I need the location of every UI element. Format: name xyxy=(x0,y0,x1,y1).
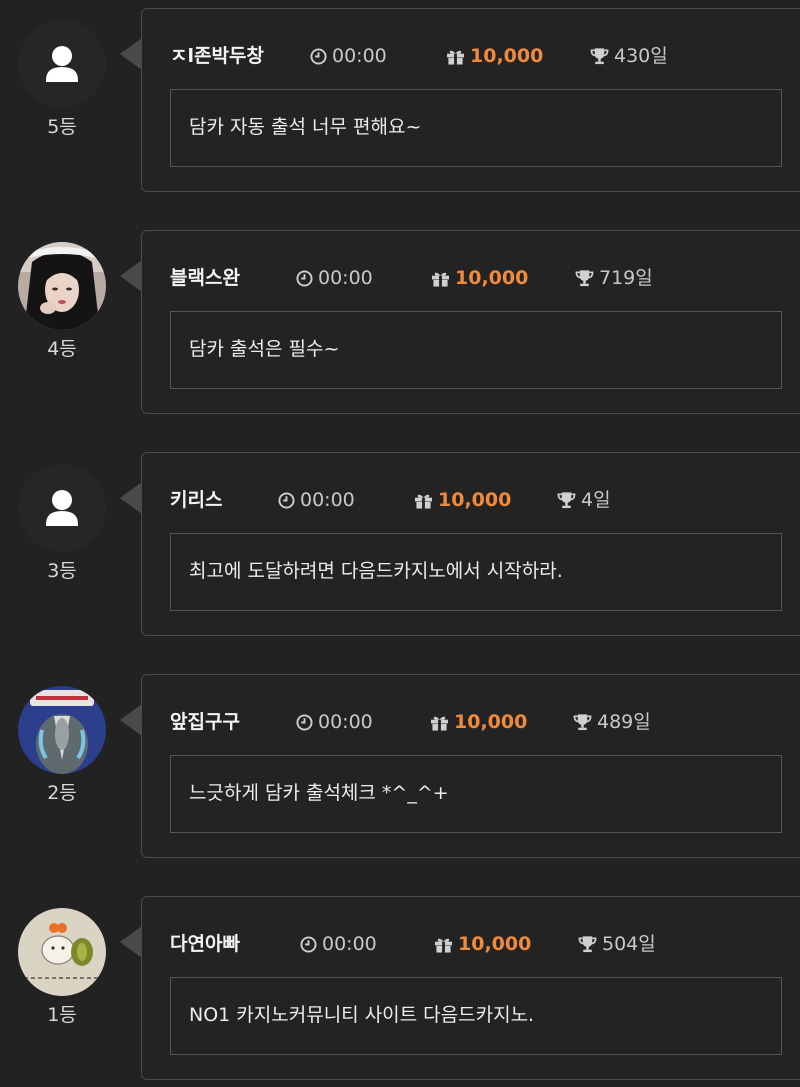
points-value: 10,000 xyxy=(438,489,512,511)
days-info: 4일 xyxy=(557,485,611,515)
points-value: 10,000 xyxy=(455,267,529,289)
clock-icon xyxy=(300,936,317,953)
message-box: 담카 출석은 필수~ xyxy=(170,311,782,389)
days-info: 430일 xyxy=(590,41,668,71)
meta-row: 키리스 00:00 10,000 4일 xyxy=(170,485,787,515)
gift-icon xyxy=(431,716,448,731)
list-item: 1등 다연아빠 00:00 10,000 504일 NO1 카지노커뮤니티 사이… xyxy=(0,896,800,1082)
clock-icon xyxy=(278,492,295,509)
days-value: 430일 xyxy=(614,45,668,67)
cartoon-avatar-icon xyxy=(18,686,106,774)
points-value: 10,000 xyxy=(470,45,544,67)
card-pointer xyxy=(120,260,142,292)
avatar[interactable] xyxy=(18,464,106,552)
meta-row: 블랙스완 00:00 10,000 719일 xyxy=(170,263,787,293)
username[interactable]: ㅈl존박두창 xyxy=(170,41,264,71)
points-info: 10,000 xyxy=(430,707,527,737)
meta-row: ㅈl존박두창 00:00 10,000 430일 xyxy=(170,41,787,71)
time-info: 00:00 xyxy=(296,263,373,293)
time-value: 00:00 xyxy=(300,489,355,511)
trophy-icon xyxy=(590,48,609,65)
trophy-icon xyxy=(575,270,594,287)
rank-label: 1등 xyxy=(47,1004,77,1026)
days-value: 4일 xyxy=(581,489,611,511)
attendance-card: 블랙스완 00:00 10,000 719일 담카 출석은 필수~ xyxy=(141,230,800,414)
username[interactable]: 블랙스완 xyxy=(170,263,240,293)
avatar[interactable] xyxy=(18,686,106,774)
user-icon xyxy=(18,464,106,552)
time-info: 00:00 xyxy=(300,929,377,959)
rank-label: 3등 xyxy=(47,560,77,582)
avatar[interactable] xyxy=(18,242,106,330)
points-info: 10,000 xyxy=(431,263,528,293)
list-item: 2등 앞집구구 00:00 10,000 489일 느긋하게 담카 출석체크 *… xyxy=(0,674,800,860)
message-box: NO1 카지노커뮤니티 사이트 다음드카지노. xyxy=(170,977,782,1055)
days-value: 489일 xyxy=(597,711,651,733)
rank-label: 5등 xyxy=(47,116,77,138)
gift-icon xyxy=(435,938,452,953)
rank-label: 2등 xyxy=(47,782,77,804)
message-box: 느긋하게 담카 출석체크 *^_^+ xyxy=(170,755,782,833)
points-info: 10,000 xyxy=(434,929,531,959)
points-info: 10,000 xyxy=(446,41,543,71)
time-value: 00:00 xyxy=(322,933,377,955)
days-info: 719일 xyxy=(575,263,653,293)
attendance-card: 키리스 00:00 10,000 4일 최고에 도달하려면 다음드카지노에서 시… xyxy=(141,452,800,636)
username[interactable]: 앞집구구 xyxy=(170,707,240,737)
card-pointer xyxy=(120,704,142,736)
username[interactable]: 키리스 xyxy=(170,485,222,515)
attendance-card: ㅈl존박두창 00:00 10,000 430일 담카 자동 출석 너무 편해요… xyxy=(141,8,800,192)
points-value: 10,000 xyxy=(458,933,532,955)
time-value: 00:00 xyxy=(318,267,373,289)
clock-icon xyxy=(310,48,327,65)
time-info: 00:00 xyxy=(296,707,373,737)
trophy-icon xyxy=(573,714,592,731)
time-value: 00:00 xyxy=(318,711,373,733)
profile-photo-icon xyxy=(18,242,106,330)
username[interactable]: 다연아빠 xyxy=(170,929,240,959)
message-box: 최고에 도달하려면 다음드카지노에서 시작하라. xyxy=(170,533,782,611)
message-box: 담카 자동 출석 너무 편해요~ xyxy=(170,89,782,167)
days-value: 504일 xyxy=(602,933,656,955)
clock-icon xyxy=(296,714,313,731)
card-pointer xyxy=(120,38,142,70)
days-value: 719일 xyxy=(599,267,653,289)
points-info: 10,000 xyxy=(414,485,511,515)
list-item: 5등 ㅈl존박두창 00:00 10,000 430일 담카 자동 출석 너무 … xyxy=(0,8,800,194)
avatar[interactable] xyxy=(18,20,106,108)
attendance-list: 5등 ㅈl존박두창 00:00 10,000 430일 담카 자동 출석 너무 … xyxy=(0,0,800,1087)
trophy-icon xyxy=(578,936,597,953)
days-info: 504일 xyxy=(578,929,656,959)
user-icon xyxy=(18,20,106,108)
clock-icon xyxy=(296,270,313,287)
time-info: 00:00 xyxy=(278,485,355,515)
attendance-card: 앞집구구 00:00 10,000 489일 느긋하게 담카 출석체크 *^_^… xyxy=(141,674,800,858)
list-item: 3등 키리스 00:00 10,000 4일 최고에 도달하려면 다음드카지노에… xyxy=(0,452,800,638)
meta-row: 앞집구구 00:00 10,000 489일 xyxy=(170,707,787,737)
list-item: 4등 블랙스완 00:00 10,000 719일 담카 출석은 필수~ xyxy=(0,230,800,416)
gift-icon xyxy=(447,50,464,65)
days-info: 489일 xyxy=(573,707,651,737)
trophy-icon xyxy=(557,492,576,509)
card-pointer xyxy=(120,926,142,958)
card-pointer xyxy=(120,482,142,514)
time-value: 00:00 xyxy=(332,45,387,67)
points-value: 10,000 xyxy=(454,711,528,733)
time-info: 00:00 xyxy=(310,41,387,71)
avatar[interactable] xyxy=(18,908,106,996)
hamster-avatar-icon xyxy=(18,908,106,996)
rank-label: 4등 xyxy=(47,338,77,360)
gift-icon xyxy=(415,494,432,509)
gift-icon xyxy=(432,272,449,287)
meta-row: 다연아빠 00:00 10,000 504일 xyxy=(170,929,787,959)
attendance-card: 다연아빠 00:00 10,000 504일 NO1 카지노커뮤니티 사이트 다… xyxy=(141,896,800,1080)
